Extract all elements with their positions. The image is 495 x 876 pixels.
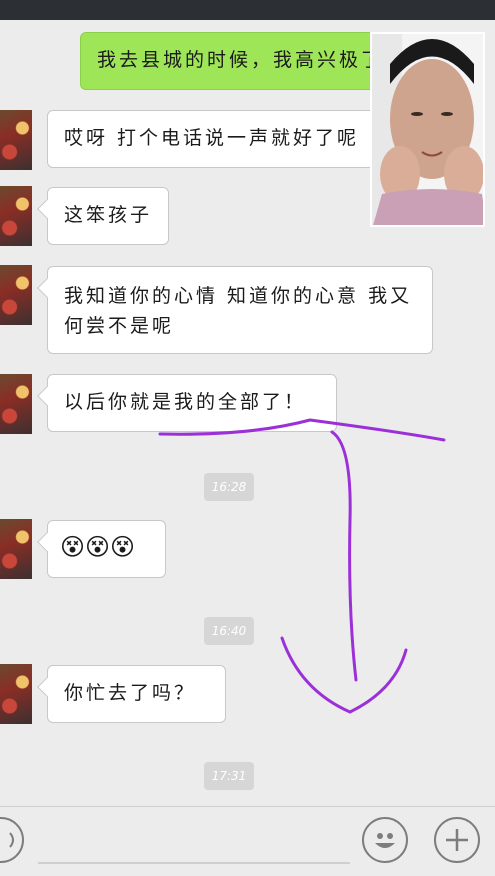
emoji-icon [375, 833, 395, 848]
chat-input-bar [0, 806, 495, 876]
emoji-button[interactable] [362, 817, 408, 863]
arrow-head [280, 636, 408, 714]
annotation-drawing [158, 418, 446, 714]
message-input[interactable] [38, 862, 350, 864]
underline-stroke [158, 418, 446, 442]
down-arrow [330, 430, 358, 682]
voice-icon [9, 832, 14, 848]
add-icon [446, 829, 468, 851]
add-button[interactable] [434, 817, 480, 863]
voice-button[interactable] [0, 817, 24, 863]
